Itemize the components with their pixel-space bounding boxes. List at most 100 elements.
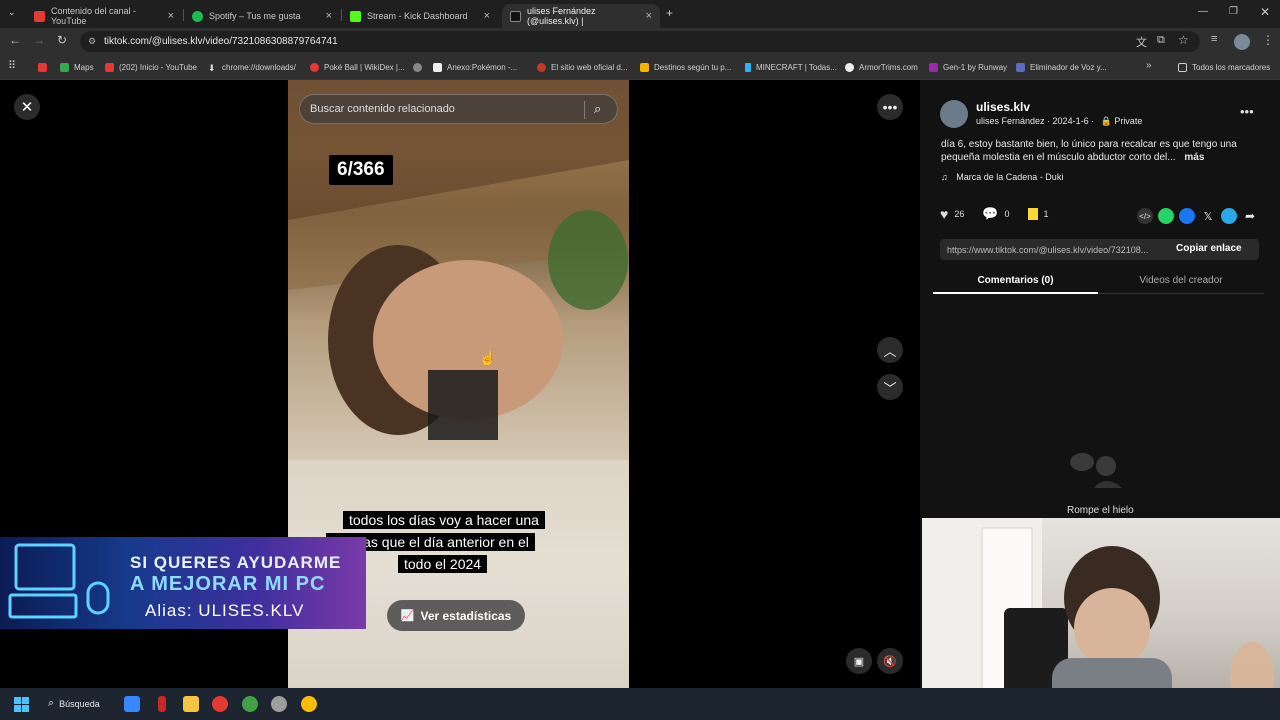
- bookmark-armortrims[interactable]: ArmorTrims.com: [845, 54, 918, 80]
- install-app-icon[interactable]: ⧉: [1157, 34, 1165, 47]
- address-bar[interactable]: ⚙ tiktok.com/@ulises.klv/video/732108630…: [80, 31, 1200, 52]
- translate-icon[interactable]: 文: [1136, 34, 1147, 50]
- bookmark-icon: [1027, 208, 1038, 220]
- close-tab-icon[interactable]: ×: [168, 10, 174, 22]
- youtube-icon: [105, 62, 114, 72]
- bookmark-downloads[interactable]: ⬇ chrome://downloads/: [208, 54, 296, 80]
- bookmark-label: Todos los marcadores: [1192, 62, 1271, 72]
- bookmark-youtube[interactable]: [38, 54, 52, 80]
- next-video-button[interactable]: ﹀: [877, 374, 903, 400]
- forward-icon[interactable]: →: [33, 33, 45, 47]
- donation-banner: SI QUERES AYUDARME A MEJORAR MI PC Alias…: [0, 537, 366, 629]
- panel-more-icon[interactable]: •••: [1240, 104, 1254, 119]
- menu-kebab-icon[interactable]: ⋮: [1262, 33, 1274, 47]
- tab-search-chevron-icon[interactable]: ⌄: [8, 7, 16, 18]
- reload-icon[interactable]: ↻: [57, 33, 67, 47]
- more-link[interactable]: más: [1184, 152, 1204, 163]
- floating-player-button[interactable]: ▣: [846, 648, 872, 674]
- close-tab-icon[interactable]: ×: [326, 10, 332, 22]
- bookmark-runway[interactable]: Gen-1 by Runway: [929, 54, 1007, 80]
- bookmark-destinos[interactable]: Destinos según tu p...: [640, 54, 731, 80]
- windows-start-icon[interactable]: [14, 697, 29, 712]
- tab-comments[interactable]: Comentarios (0): [933, 268, 1098, 294]
- whatsapp-icon[interactable]: [1158, 208, 1174, 224]
- bookmark-minecraft[interactable]: MINECRAFT | Todas...: [745, 54, 837, 80]
- mute-button[interactable]: 🔇: [877, 648, 903, 674]
- taskbar-search-label: Búsqueda: [59, 698, 100, 709]
- more-options-button[interactable]: •••: [877, 94, 903, 120]
- comment-count: 0: [1004, 209, 1010, 219]
- comment-button[interactable]: 💬 0: [982, 206, 1009, 222]
- bookmark-youtube-inicio[interactable]: (202) Inicio - YouTube: [105, 54, 197, 80]
- back-icon[interactable]: ←: [9, 33, 21, 47]
- minimize-icon[interactable]: —: [1198, 6, 1208, 17]
- view-stats-button[interactable]: 📈 Ver estadísticas: [387, 600, 525, 631]
- runway-icon: [929, 62, 938, 72]
- bookmark-globe[interactable]: [413, 54, 427, 80]
- bookmark-star-icon[interactable]: ☆: [1178, 33, 1189, 47]
- promo-line-3: Alias: ULISES.KLV: [145, 601, 305, 620]
- tab-spotify[interactable]: Spotify – Tus me gusta ×: [184, 4, 340, 28]
- tab-tiktok[interactable]: ulises Fernández (@ulises.klv) | ×: [502, 4, 660, 28]
- spotify-icon: [192, 10, 203, 22]
- music-row[interactable]: ♫ Marca de la Cadena - Duki: [941, 172, 1063, 182]
- bookmark-label: Gen-1 by Runway: [943, 62, 1008, 72]
- close-player-button[interactable]: ✕: [14, 94, 40, 120]
- chrome-icon[interactable]: [212, 696, 228, 712]
- engagement-row: ♥ 26 💬 0 1: [940, 206, 1049, 222]
- folder-icon: [1178, 62, 1187, 72]
- facebook-icon[interactable]: [1179, 208, 1195, 224]
- heart-icon: ♥: [940, 206, 949, 222]
- taskbar-search[interactable]: ⌕ Búsqueda: [48, 697, 100, 710]
- bookmark-label: El sitio web oficial d...: [551, 62, 628, 72]
- username[interactable]: ulises.klv: [976, 100, 1030, 114]
- bookmark-label: chrome://downloads/: [222, 62, 296, 72]
- restore-icon[interactable]: ❐: [1229, 6, 1238, 17]
- share-arrow-icon[interactable]: ➦: [1242, 208, 1258, 224]
- chrome-canary-icon[interactable]: [301, 696, 317, 712]
- apps-grid-icon[interactable]: ⠿: [8, 59, 16, 72]
- settings-gear-icon[interactable]: [271, 696, 287, 712]
- stats-chart-icon: 📈: [400, 610, 415, 622]
- bookmark-maps[interactable]: Maps: [60, 54, 94, 80]
- bookmark-pokemon-site[interactable]: El sitio web oficial d...: [537, 54, 627, 80]
- copy-link-button[interactable]: Copiar enlace: [1176, 243, 1242, 254]
- tab-youtube[interactable]: Contenido del canal - YouTube ×: [26, 4, 182, 28]
- previous-video-button[interactable]: ︿: [877, 337, 903, 363]
- tab-title: ulises Fernández (@ulises.klv) |: [527, 6, 596, 26]
- new-tab-icon[interactable]: +: [666, 6, 673, 20]
- minecraft-icon: [745, 62, 751, 72]
- more-horizontal-icon: •••: [882, 99, 898, 115]
- chevron-down-icon: ﹀: [883, 380, 897, 396]
- widgets-icon[interactable]: [124, 696, 140, 712]
- site-info-icon[interactable]: ⚙: [88, 36, 96, 47]
- tab-title: Spotify – Tus me gusta: [209, 11, 301, 21]
- save-button[interactable]: 1: [1027, 208, 1049, 220]
- all-bookmarks-folder[interactable]: Todos los marcadores: [1178, 54, 1270, 80]
- profile-avatar[interactable]: [1234, 34, 1250, 50]
- telegram-icon[interactable]: [1221, 208, 1237, 224]
- pokeball-icon: [310, 62, 319, 72]
- app-red-icon[interactable]: [158, 696, 166, 712]
- x-icon[interactable]: 𝕏: [1200, 208, 1216, 224]
- tab-kick[interactable]: Stream - Kick Dashboard ×: [342, 4, 498, 28]
- bookmark-pokeball[interactable]: Poké Ball | WikiDex |...: [310, 54, 405, 80]
- embed-icon[interactable]: </>: [1137, 208, 1153, 224]
- search-icon[interactable]: ⌕: [594, 101, 601, 117]
- close-tab-icon[interactable]: ×: [646, 10, 652, 22]
- like-button[interactable]: ♥ 26: [940, 206, 964, 222]
- close-tab-icon[interactable]: ×: [484, 10, 490, 22]
- more-bookmarks-icon[interactable]: »: [1146, 60, 1152, 71]
- reading-list-icon[interactable]: ≡: [1211, 33, 1217, 45]
- bookmark-anexo-pokemon[interactable]: Anexo:Pokémon -...: [433, 54, 517, 80]
- related-search-input[interactable]: Buscar contenido relacionado ⌕: [299, 94, 618, 124]
- promo-line-1: SI QUERES AYUDARME: [130, 553, 342, 572]
- file-explorer-icon[interactable]: [183, 696, 199, 712]
- avatar[interactable]: [940, 100, 968, 128]
- bookmark-vocal-remover[interactable]: Eliminador de Voz y...: [1016, 54, 1107, 80]
- music-note-icon: ♫: [941, 172, 948, 182]
- window-close-icon[interactable]: ✕: [1260, 5, 1270, 19]
- search-icon: ⌕: [48, 697, 55, 709]
- chrome-profile-icon[interactable]: [242, 696, 258, 712]
- tab-creator-videos[interactable]: Videos del creador: [1098, 268, 1264, 294]
